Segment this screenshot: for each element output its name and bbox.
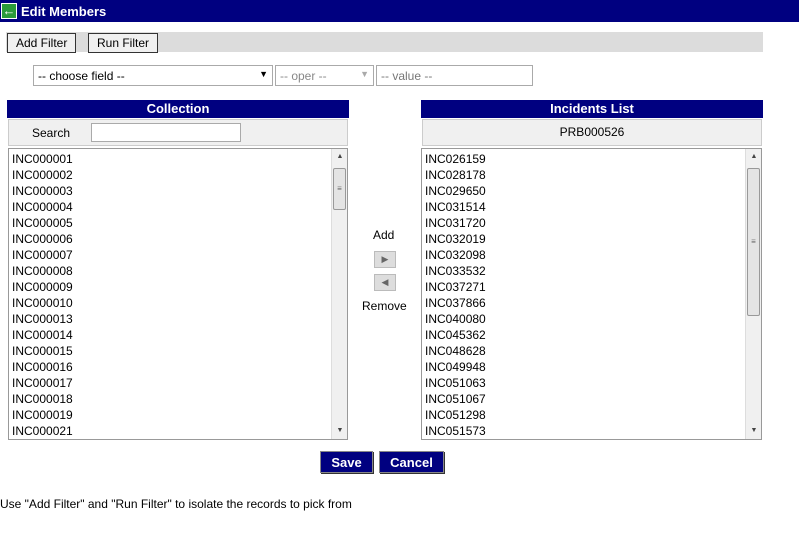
remove-left-arrow-icon[interactable]: ◀ [374, 274, 396, 291]
value-input[interactable]: -- value -- [376, 65, 533, 86]
list-item[interactable]: INC032098 [422, 247, 744, 263]
search-input[interactable] [91, 123, 241, 142]
list-item[interactable]: INC051573 [422, 423, 744, 439]
add-filter-button[interactable]: Add Filter [7, 33, 77, 53]
field-select-value: -- choose field -- [38, 69, 125, 83]
collection-search-bar: Search [8, 119, 348, 146]
list-item[interactable]: INC000004 [9, 199, 330, 215]
list-item[interactable]: INC031514 [422, 199, 744, 215]
list-item[interactable]: INC000007 [9, 247, 330, 263]
list-item[interactable]: INC000003 [9, 183, 330, 199]
incidents-header: Incidents List [421, 100, 763, 118]
value-input-placeholder: -- value -- [381, 69, 433, 83]
list-item[interactable]: INC049948 [422, 359, 744, 375]
list-item[interactable]: INC033532 [422, 263, 744, 279]
list-item[interactable]: INC029650 [422, 183, 744, 199]
collection-header: Collection [7, 100, 349, 118]
list-item[interactable]: INC037271 [422, 279, 744, 295]
field-select[interactable]: -- choose field -- ▼ [33, 65, 273, 86]
run-filter-button[interactable]: Run Filter [88, 33, 159, 53]
scroll-up-icon[interactable]: ▲ [746, 149, 761, 165]
list-item[interactable]: INC000001 [9, 151, 330, 167]
hint-text: Use "Add Filter" and "Run Filter" to iso… [0, 497, 352, 511]
scroll-thumb[interactable]: ≡ [333, 168, 346, 210]
list-item[interactable]: INC000013 [9, 311, 330, 327]
list-item[interactable]: INC031720 [422, 215, 744, 231]
list-item[interactable]: INC000019 [9, 407, 330, 423]
collection-list[interactable]: INC000001 INC000002 INC000003 INC000004 INC0… [8, 148, 348, 440]
oper-select-value: -- oper -- [280, 69, 327, 83]
scrollbar[interactable]: ▲ ≡ ▼ [331, 149, 347, 439]
list-item[interactable]: INC000014 [9, 327, 330, 343]
scroll-down-icon[interactable]: ▼ [332, 423, 347, 439]
filter-toolbar: Add Filter Run Filter [6, 32, 763, 53]
list-item[interactable]: INC051067 [422, 391, 744, 407]
scrollbar[interactable]: ▲ ≡ ▼ [745, 149, 761, 439]
add-label: Add [373, 228, 395, 242]
list-item[interactable]: INC000002 [9, 167, 330, 183]
list-item[interactable]: INC026159 [422, 151, 744, 167]
problem-number: PRB000526 [422, 119, 762, 146]
list-item[interactable]: INC000021 [9, 423, 330, 439]
title-bar: ← Edit Members [0, 0, 799, 22]
chevron-down-icon: ▼ [259, 69, 268, 79]
scroll-thumb[interactable]: ≡ [747, 168, 760, 316]
scroll-down-icon[interactable]: ▼ [746, 423, 761, 439]
back-arrow-icon[interactable]: ← [1, 3, 17, 19]
remove-label: Remove [362, 299, 407, 313]
list-item[interactable]: INC000018 [9, 391, 330, 407]
save-button[interactable]: Save [320, 451, 373, 473]
list-item[interactable]: INC000010 [9, 295, 330, 311]
incidents-list[interactable]: INC026159 INC028178 INC029650 INC031514 INC0… [421, 148, 762, 440]
list-item[interactable]: INC000008 [9, 263, 330, 279]
scroll-up-icon[interactable]: ▲ [332, 149, 347, 165]
oper-select[interactable]: -- oper -- ▼ [275, 65, 374, 86]
list-item[interactable]: INC045362 [422, 327, 744, 343]
chevron-down-icon: ▼ [360, 69, 369, 79]
list-item[interactable]: INC000017 [9, 375, 330, 391]
list-item[interactable]: INC000016 [9, 359, 330, 375]
list-item[interactable]: INC048628 [422, 343, 744, 359]
list-item[interactable]: INC037866 [422, 295, 744, 311]
list-item[interactable]: INC051063 [422, 375, 744, 391]
list-item[interactable]: INC051298 [422, 407, 744, 423]
list-item[interactable]: INC040080 [422, 311, 744, 327]
cancel-button[interactable]: Cancel [379, 451, 444, 473]
list-item[interactable]: INC000009 [9, 279, 330, 295]
list-item[interactable]: INC000005 [9, 215, 330, 231]
search-label: Search [32, 126, 71, 140]
list-item[interactable]: INC028178 [422, 167, 744, 183]
list-item[interactable]: INC032019 [422, 231, 744, 247]
list-item[interactable]: INC000015 [9, 343, 330, 359]
add-right-arrow-icon[interactable]: ▶ [374, 251, 396, 268]
page-title: Edit Members [21, 3, 107, 19]
list-item[interactable]: INC000006 [9, 231, 330, 247]
